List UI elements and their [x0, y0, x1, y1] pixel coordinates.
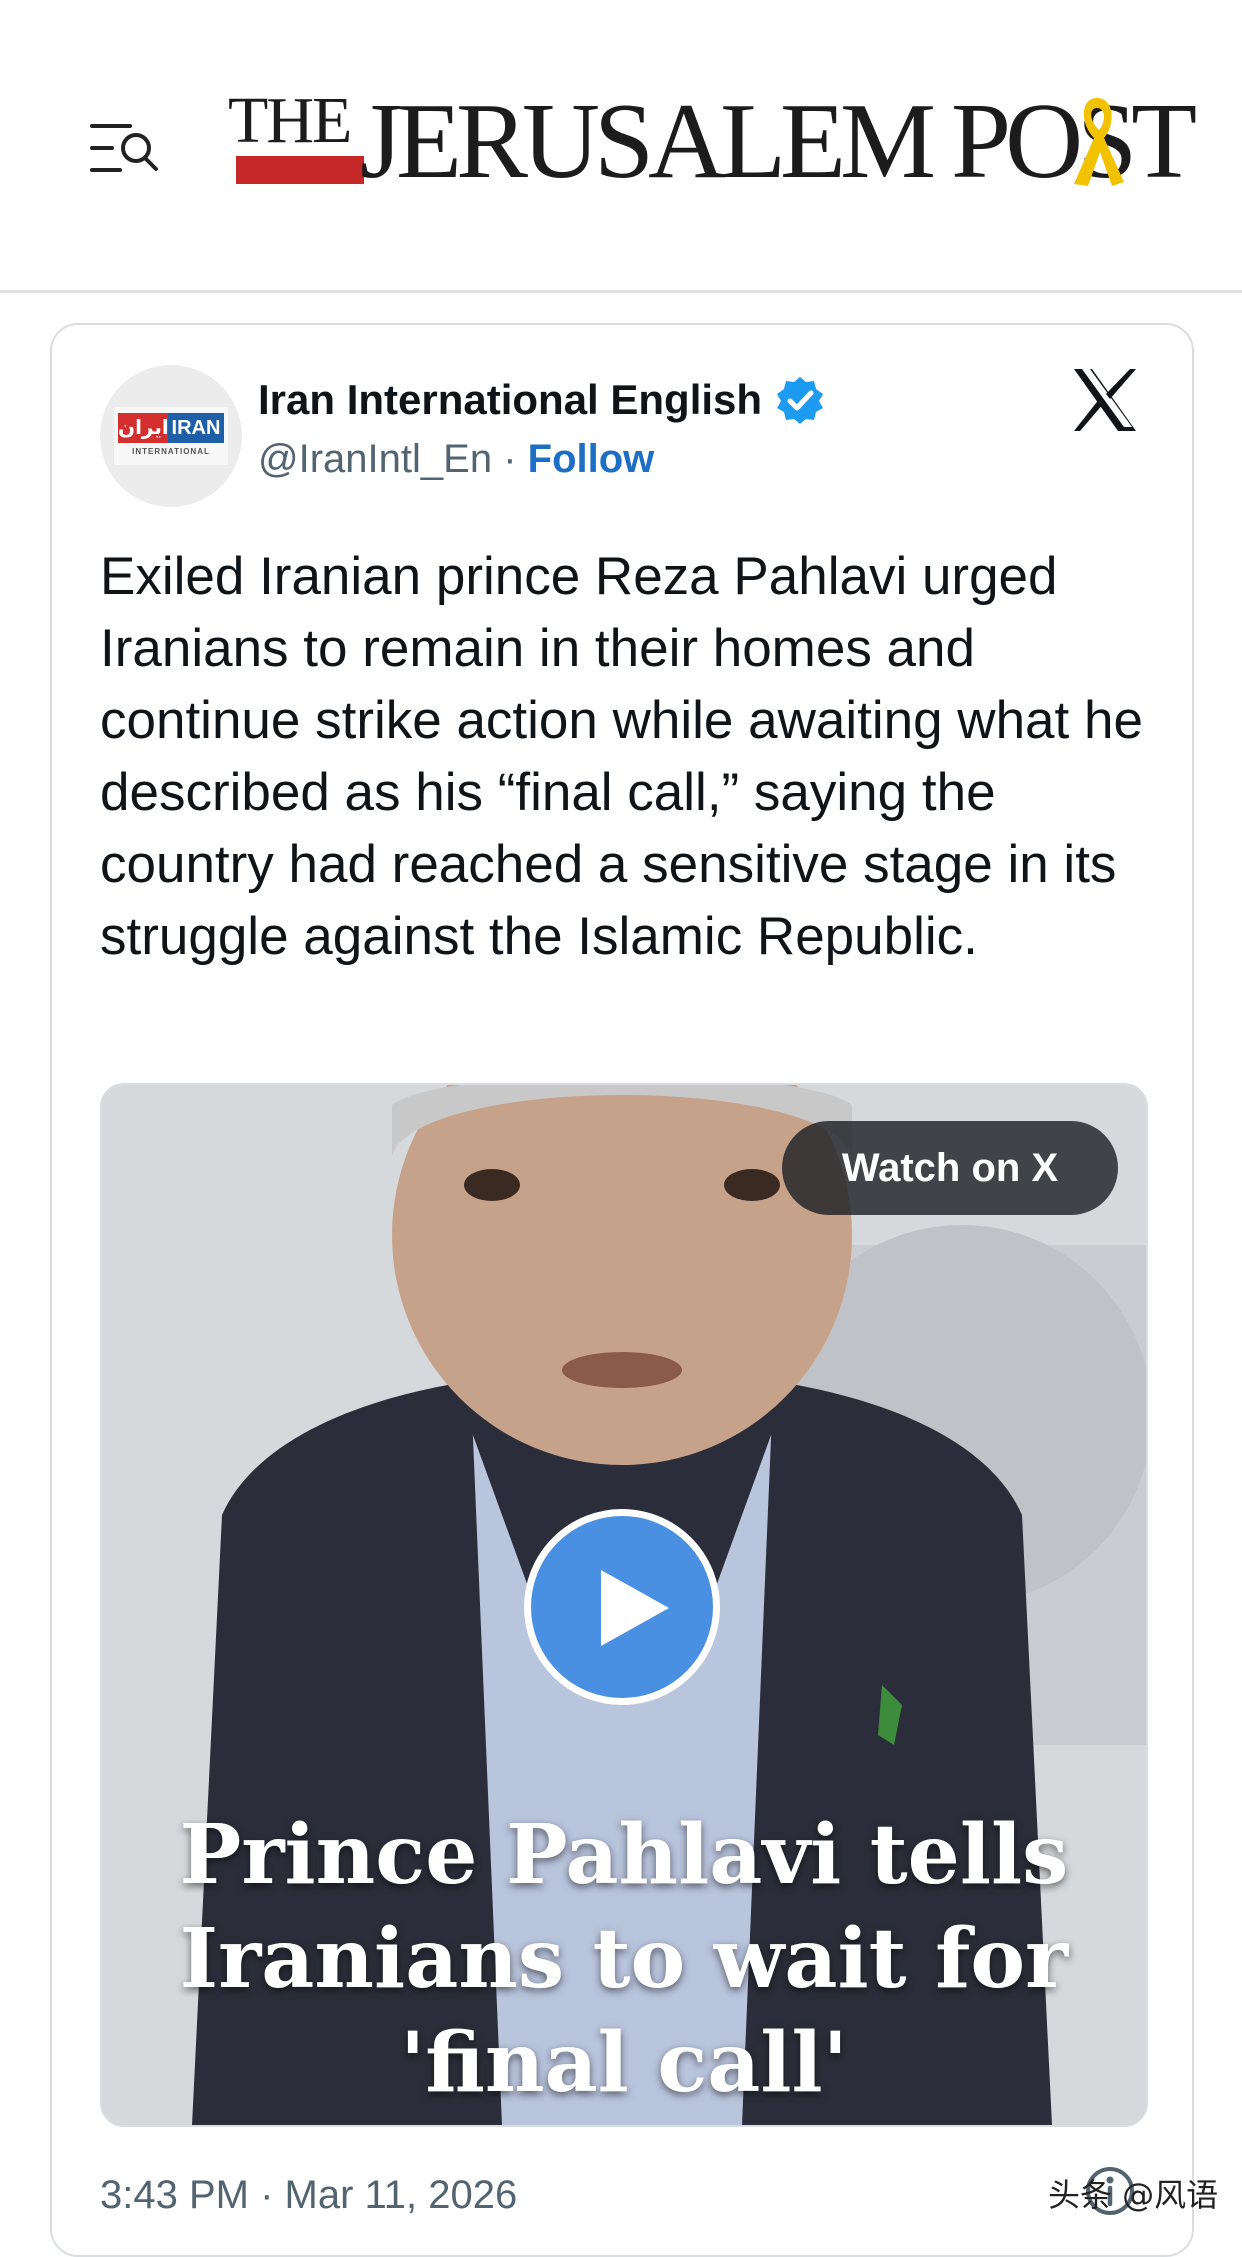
tweet-text: Exiled Iranian prince Reza Pahlavi urged…: [100, 547, 1143, 966]
caption-line: Prince Pahlavi tells: [179, 1807, 1069, 1903]
video-caption: Prince Pahlavi tells Iranians to wait fo…: [102, 1803, 1146, 2115]
avatar-farsi-text: ایران: [118, 413, 169, 443]
verified-badge-icon: [776, 377, 823, 424]
play-icon: [601, 1570, 669, 1646]
x-logo-icon[interactable]: [1070, 365, 1140, 435]
separator-dot: ·: [503, 437, 517, 481]
tweet-card[interactable]: ایران IRAN INTERNATIONAL Iran Internatio…: [50, 323, 1194, 2257]
site-logo[interactable]: THE JERUSALEM POST: [228, 80, 1197, 215]
play-button[interactable]: [524, 1509, 720, 1705]
handle-row: @IranIntl_En · Follow: [258, 437, 654, 482]
display-name[interactable]: Iran International English: [258, 376, 762, 423]
avatar-english-text: IRAN: [168, 413, 224, 443]
caption-line: Iranians to wait for: [179, 1911, 1069, 2007]
yellow-ribbon-icon: [1074, 98, 1124, 186]
tweet-timestamp[interactable]: 3:43 PM · Mar 11, 2026: [100, 2173, 517, 2218]
site-header: THE JERUSALEM POST: [0, 0, 1242, 293]
avatar[interactable]: ایران IRAN INTERNATIONAL: [100, 365, 242, 507]
follow-button[interactable]: Follow: [528, 437, 655, 481]
watermark: 头条 @风语: [1048, 2176, 1219, 2214]
logo-red-bar: [236, 156, 364, 184]
logo-the-text: THE: [228, 84, 352, 157]
menu-search-icon[interactable]: [88, 118, 162, 178]
avatar-sub-text: INTERNATIONAL: [132, 447, 210, 456]
video-player[interactable]: Watch on X Prince Pahlavi tells Iranians…: [100, 1083, 1148, 2127]
watch-on-x-button[interactable]: Watch on X: [782, 1121, 1118, 1215]
caption-line: 'final call': [400, 2015, 848, 2111]
author-name-row: Iran International English: [258, 375, 825, 425]
avatar-logo: ایران IRAN INTERNATIONAL: [114, 407, 228, 465]
handle[interactable]: @IranIntl_En: [258, 437, 492, 481]
